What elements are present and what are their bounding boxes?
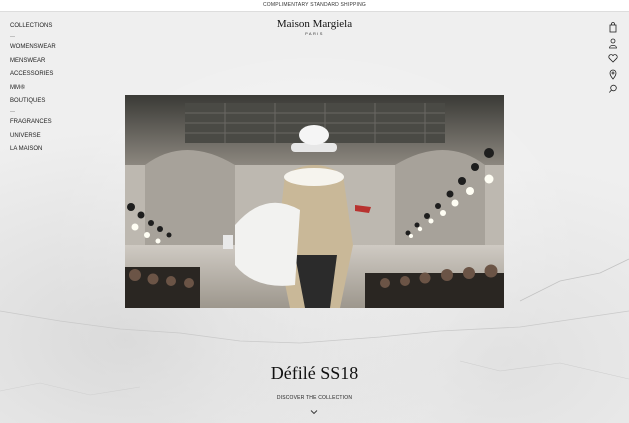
brand-name: Maison Margiela (276, 18, 353, 30)
account-icon[interactable] (607, 37, 619, 49)
wishlist-heart-icon[interactable] (607, 52, 619, 64)
discover-collection-link[interactable]: DISCOVER THE COLLECTION (0, 395, 629, 401)
nav-item-fragrances[interactable]: FRAGRANCES (10, 118, 56, 126)
brand-logo[interactable]: Maison Margiela PARIS (0, 18, 629, 36)
header-icons (607, 21, 621, 99)
nav-item-menswear[interactable]: MENSWEAR (10, 57, 56, 65)
store-locator-pin-icon[interactable] (607, 68, 619, 80)
search-icon[interactable] (607, 83, 619, 95)
hero-image[interactable] (125, 95, 504, 308)
shipping-banner: COMPLIMENTARY STANDARD SHIPPING (0, 0, 629, 12)
nav-item-la-maison[interactable]: LA MAISON (10, 145, 56, 153)
main-navigation: COLLECTIONS — WOMENSWEAR MENSWEAR ACCESS… (10, 22, 56, 159)
nav-item-womenswear[interactable]: WOMENSWEAR (10, 43, 56, 51)
nav-item-mm6[interactable]: MM⑥ (10, 84, 56, 92)
bag-icon[interactable] (607, 21, 619, 33)
nav-item-collections[interactable]: COLLECTIONS (10, 22, 56, 30)
hero-title: Défilé SS18 (270, 363, 359, 383)
nav-separator: — (10, 34, 15, 41)
nav-item-universe[interactable]: UNIVERSE (10, 132, 56, 140)
nav-item-accessories[interactable]: ACCESSORIES (10, 70, 56, 78)
runway-photo (125, 95, 504, 308)
nav-separator: — (10, 109, 15, 116)
nav-item-boutiques[interactable]: BOUTIQUES (10, 97, 56, 105)
brand-city: PARIS (305, 31, 324, 36)
chevron-down-icon[interactable] (310, 409, 318, 415)
